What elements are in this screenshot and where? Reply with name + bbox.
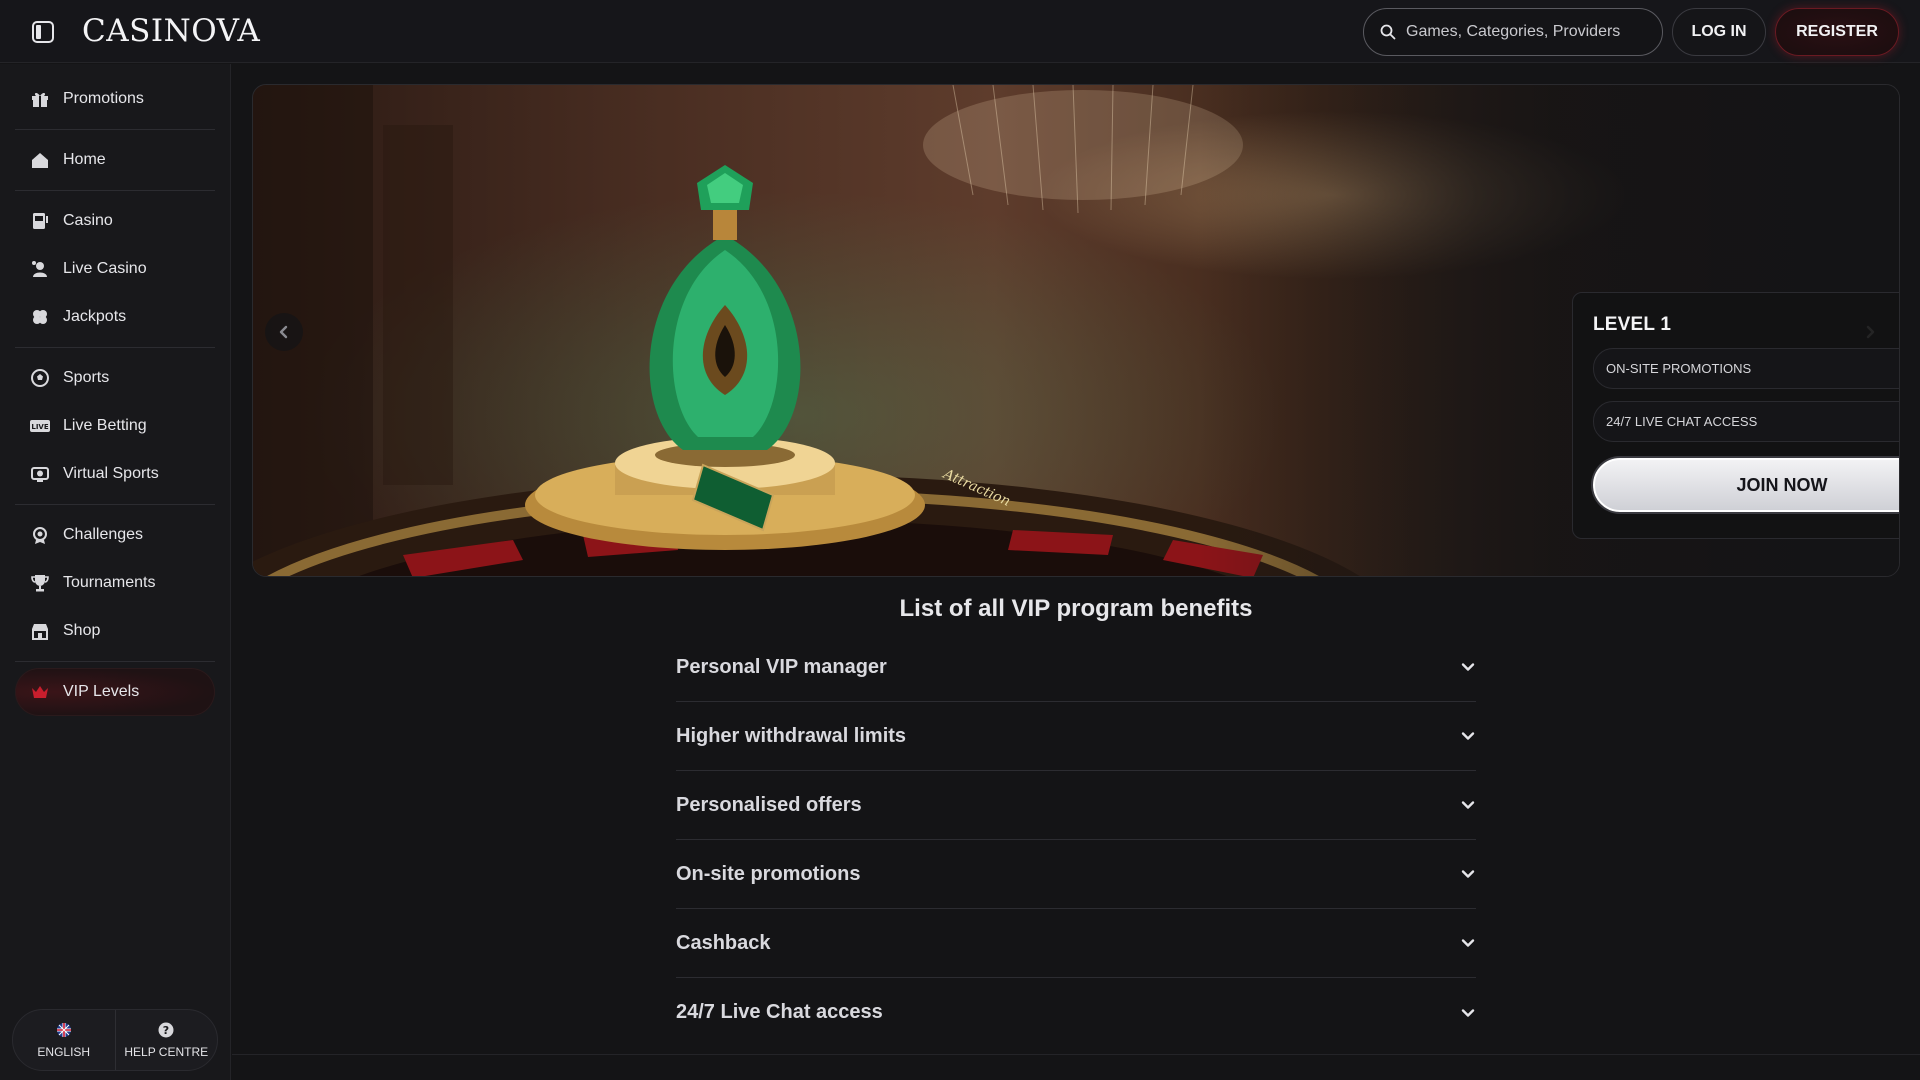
target-icon	[29, 524, 51, 546]
benefit-item[interactable]: Personalised offers	[676, 771, 1476, 840]
football-icon	[29, 367, 51, 389]
language-button[interactable]: ENGLISH	[13, 1010, 115, 1070]
benefit-item[interactable]: Higher withdrawal limits	[676, 702, 1476, 771]
shop-icon	[29, 620, 51, 642]
benefit-label: Cashback	[676, 931, 771, 954]
divider	[15, 661, 215, 662]
search-box[interactable]	[1363, 8, 1663, 56]
divider	[15, 347, 215, 348]
chevron-down-icon	[1461, 1008, 1475, 1017]
sidebar-item-tournaments[interactable]: Tournaments	[15, 559, 215, 607]
live-badge-icon: LIVE	[29, 415, 51, 437]
sidebar-item-casino[interactable]: Casino	[15, 197, 215, 245]
benefit-item[interactable]: Personal VIP manager	[676, 633, 1476, 702]
help-icon: ?	[158, 1022, 174, 1041]
sidebar-item-label: Shop	[63, 622, 101, 639]
benefit-item[interactable]: 24/7 Live Chat access	[676, 978, 1476, 1047]
benefit-label: Personal VIP manager	[676, 655, 887, 678]
sidebar-item-home[interactable]: Home	[15, 136, 215, 184]
divider	[15, 190, 215, 191]
sidebar-item-label: Virtual Sports	[63, 465, 159, 482]
sidebar-item-vip-levels[interactable]: VIP Levels	[15, 668, 215, 716]
gift-icon	[29, 88, 51, 110]
uk-flag-icon	[56, 1022, 72, 1041]
sidebar-item-label: Tournaments	[63, 574, 156, 591]
sidebar-item-virtual-sports[interactable]: Virtual Sports	[15, 450, 215, 498]
search-icon	[1380, 24, 1396, 40]
sidebar-item-label: Sports	[63, 369, 110, 386]
sidebar-item-label: Jackpots	[63, 308, 127, 325]
join-now-button[interactable]: JOIN NOW	[1593, 458, 1899, 512]
sidebar-item-label: Promotions	[63, 90, 144, 107]
chevron-down-icon	[1461, 939, 1475, 947]
clover-icon	[29, 306, 51, 328]
sidebar-item-live-casino[interactable]: Live Casino	[15, 245, 215, 293]
level-perk: 24/7 LIVE CHAT ACCESS	[1593, 401, 1899, 442]
sidebar-item-label: Home	[63, 151, 106, 168]
chevron-down-icon	[1461, 801, 1475, 809]
vip-hero-banner: Attraction LEVEL 1 ON-SITE PROMOTIONS 24…	[252, 84, 1900, 577]
level-perk: ON-SITE PROMOTIONS	[1593, 348, 1899, 389]
sidebar-item-label: VIP Levels	[63, 683, 140, 700]
svg-text:?: ?	[163, 1024, 169, 1037]
benefits-title: List of all VIP program benefits	[899, 595, 1253, 622]
virtual-sports-icon	[29, 463, 51, 485]
top-bar: CASINOVA LOG IN REGISTER	[0, 0, 1920, 63]
sidebar-item-label: Challenges	[63, 526, 144, 543]
login-button[interactable]: LOG IN	[1672, 8, 1766, 56]
sidebar: Promotions Home Casino Live Casino Jackp…	[0, 64, 231, 1080]
divider	[15, 504, 215, 505]
slot-machine-icon	[29, 210, 51, 232]
live-dealer-icon	[29, 258, 51, 280]
benefit-label: 24/7 Live Chat access	[676, 1001, 883, 1023]
svg-text:LIVE: LIVE	[31, 423, 48, 431]
chevron-down-icon	[1461, 663, 1475, 671]
sidebar-item-jackpots[interactable]: Jackpots	[15, 293, 215, 341]
chevron-down-icon	[1461, 870, 1475, 878]
home-icon	[29, 149, 51, 171]
benefits-accordion: Personal VIP manager Higher withdrawal l…	[676, 633, 1476, 1047]
trophy-icon	[29, 572, 51, 594]
benefit-item[interactable]: Cashback	[676, 909, 1476, 978]
sidebar-item-label: Casino	[63, 212, 113, 229]
sidebar-item-promotions[interactable]: Promotions	[15, 75, 215, 123]
vip-level-card: LEVEL 1 ON-SITE PROMOTIONS 24/7 LIVE CHA…	[1572, 292, 1899, 539]
sidebar-item-label: Live Casino	[63, 260, 147, 277]
benefit-label: Higher withdrawal limits	[676, 724, 907, 747]
benefit-item[interactable]: On-site promotions	[676, 840, 1476, 909]
sidebar-footer: ENGLISH ? HELP CENTRE	[12, 1009, 218, 1071]
sidebar-item-label: Live Betting	[63, 417, 147, 434]
sidebar-item-live-betting[interactable]: LIVE Live Betting	[15, 402, 215, 450]
sidebar-item-challenges[interactable]: Challenges	[15, 511, 215, 559]
search-input[interactable]	[1406, 23, 1646, 41]
carousel-prev-button[interactable]	[265, 313, 303, 351]
help-centre-label: HELP CENTRE	[124, 1044, 209, 1059]
sidebar-item-shop[interactable]: Shop	[15, 607, 215, 655]
register-button[interactable]: REGISTER	[1775, 8, 1899, 56]
chevron-left-icon	[279, 325, 288, 339]
benefit-label: Personalised offers	[676, 793, 862, 816]
language-label: ENGLISH	[37, 1044, 91, 1059]
sidebar-item-sports[interactable]: Sports	[15, 354, 215, 402]
content-divider	[232, 1054, 1920, 1055]
help-centre-button[interactable]: ? HELP CENTRE	[114, 1010, 218, 1070]
divider	[15, 129, 215, 130]
site-logo[interactable]: CASINOVA	[82, 13, 260, 49]
crown-icon	[29, 681, 51, 703]
sidebar-toggle-icon[interactable]	[31, 20, 55, 44]
chevron-down-icon	[1461, 732, 1475, 740]
benefit-label: On-site promotions	[676, 862, 861, 885]
level-title: LEVEL 1	[1593, 314, 1672, 335]
